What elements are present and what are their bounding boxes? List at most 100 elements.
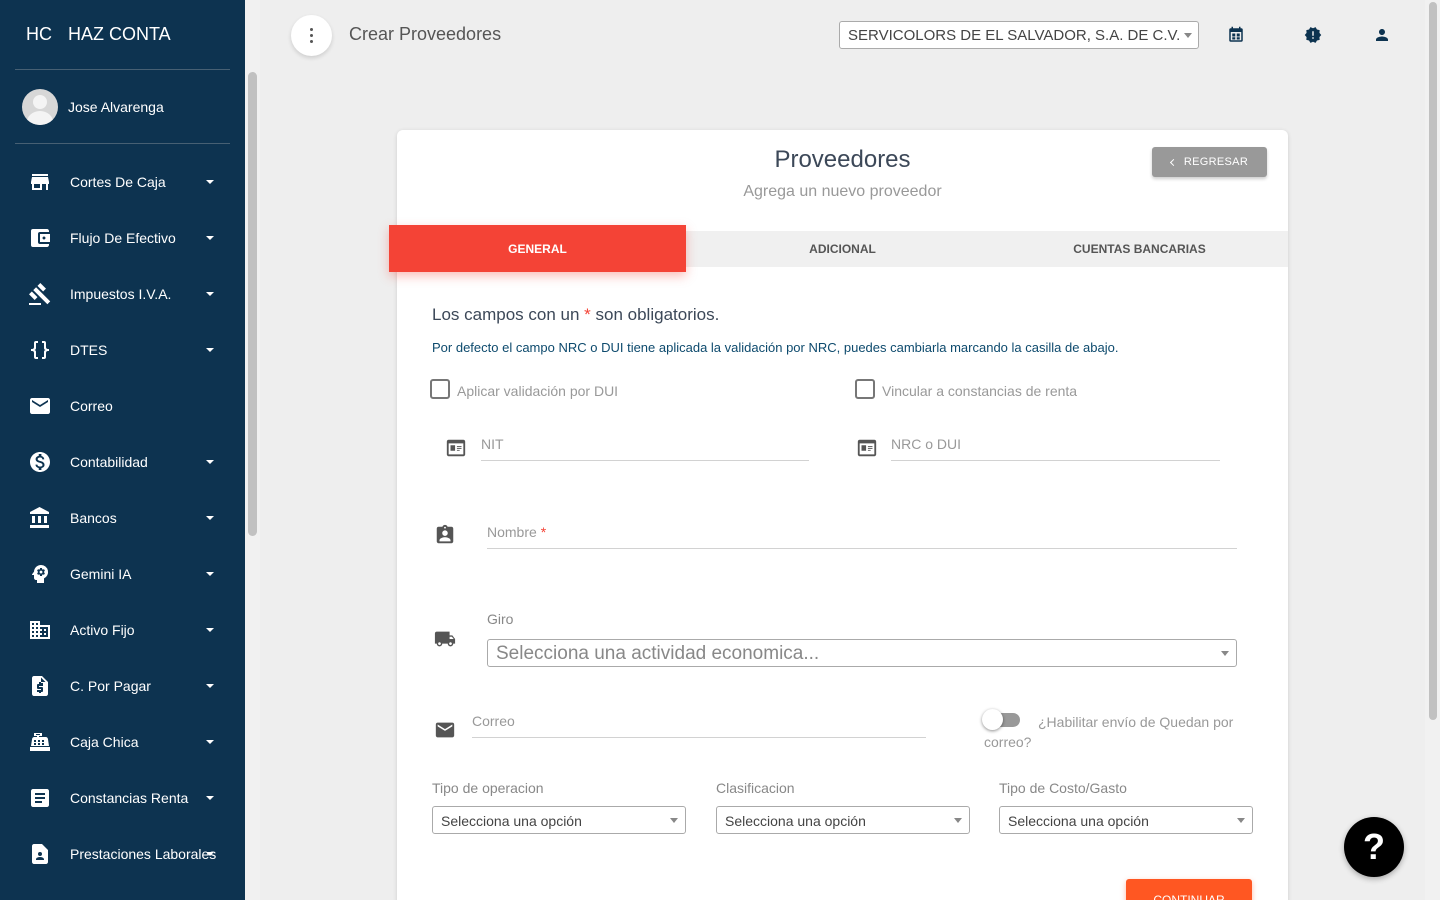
back-button-label: REGRESAR [1183, 156, 1249, 168]
dui-validation-checkbox[interactable] [430, 379, 450, 399]
caret-down-icon [206, 740, 214, 744]
quedan-toggle-label: ¿Habilitar envío de Quedan por correo? [984, 714, 1234, 750]
nombre-placeholder: Nombre * [487, 524, 546, 540]
tab-adicional[interactable]: ADICIONAL [694, 231, 991, 267]
nombre-input[interactable]: Nombre * [487, 524, 1237, 549]
sidebar-item-label: Constancias Renta [70, 790, 189, 806]
nit-placeholder: NIT [481, 436, 504, 452]
assignment-ind-icon [28, 842, 52, 866]
alert-badge-icon[interactable] [1304, 26, 1322, 44]
correo-input[interactable]: Correo [472, 713, 926, 738]
giro-select[interactable]: Selecciona una actividad economica... [487, 639, 1237, 667]
tipo-operacion-select[interactable]: Selecciona una opción [432, 806, 686, 834]
chevron-down-icon [954, 818, 962, 823]
sidebar-item-caja-chica[interactable]: Caja Chica [0, 714, 245, 770]
giro-select-placeholder: Selecciona una actividad economica... [496, 643, 820, 664]
chevron-down-icon [670, 818, 678, 823]
avatar [22, 89, 58, 125]
chevron-down-icon [1221, 651, 1229, 656]
bank-icon [28, 506, 52, 530]
required-star: * [584, 305, 591, 324]
dollar-circle-icon [28, 450, 52, 474]
giro-label: Giro [487, 611, 514, 627]
sidebar-divider [15, 143, 230, 144]
sidebar-item-constancias-renta[interactable]: Constancias Renta [0, 770, 245, 826]
tipo-costo-value: Selecciona una opción [1008, 813, 1149, 829]
chevron-down-icon [1184, 33, 1192, 38]
request-quote-icon [28, 674, 52, 698]
sidebar-item-cuentas-por-pagar[interactable]: C. Por Pagar [0, 658, 245, 714]
sidebar-item-dtes[interactable]: DTES [0, 322, 245, 378]
sidebar-item-correo[interactable]: Correo [0, 378, 245, 434]
building-calendar-icon[interactable] [1227, 26, 1245, 44]
toggle-knob [982, 709, 1003, 730]
nit-input[interactable]: NIT [481, 436, 809, 461]
caret-down-icon [206, 572, 214, 576]
sidebar-item-label: Activo Fijo [70, 622, 135, 638]
gavel-icon [28, 282, 52, 306]
tab-general[interactable]: GENERAL [389, 225, 686, 272]
sidebar-divider [15, 69, 230, 70]
sidebar-scrollbar-thumb[interactable] [248, 72, 257, 536]
card-subtitle: Agrega un nuevo proveedor [743, 183, 942, 200]
mail-icon [434, 719, 456, 741]
quedan-email-toggle[interactable] [982, 709, 1020, 730]
sidebar-item-bancos[interactable]: Bancos [0, 490, 245, 546]
back-button[interactable]: REGRESAR [1152, 147, 1267, 177]
sidebar-item-label: Flujo De Efectivo [70, 230, 176, 246]
provider-form-card: Proveedores Agrega un nuevo proveedor RE… [389, 130, 1288, 900]
person-icon[interactable] [1373, 26, 1391, 44]
nrc-dui-placeholder: NRC o DUI [891, 436, 962, 452]
form-tabs: ADICIONAL CUENTAS BANCARIAS GENERAL [389, 225, 1288, 272]
nombre-placeholder-text: Nombre [487, 524, 537, 540]
wallet-icon [28, 226, 52, 250]
required-note-text: Los campos con un [432, 305, 580, 324]
tab-cuentas-bancarias[interactable]: CUENTAS BANCARIAS [991, 231, 1288, 267]
company-select[interactable]: SERVICOLORS DE EL SALVADOR, S.A. DE C.V. [839, 21, 1199, 49]
mail-icon [28, 394, 52, 418]
sidebar-item-label: Impuestos I.V.A. [70, 286, 172, 302]
sidebar-item-prestaciones-laborales[interactable]: Prestaciones Laborales [0, 826, 245, 882]
sidebar-toggle-button[interactable] [291, 15, 332, 56]
help-button[interactable]: ? [1344, 817, 1404, 877]
assignment-ind-icon [434, 524, 456, 546]
sidebar-item-label: Correo [70, 398, 113, 414]
caret-down-icon [206, 236, 214, 240]
sidebar-item-gemini-ia[interactable]: Gemini IA [0, 546, 245, 602]
article-icon [28, 786, 52, 810]
sidebar-item-label: Cortes De Caja [70, 174, 166, 190]
renta-link-checkbox[interactable] [855, 379, 875, 399]
caret-down-icon [206, 796, 214, 800]
sidebar-item-label: C. Por Pagar [70, 678, 151, 694]
code-braces-icon [28, 338, 52, 362]
dui-validation-label: Aplicar validación por DUI [457, 383, 619, 399]
company-select-value: SERVICOLORS DE EL SALVADOR, S.A. DE C.V. [848, 27, 1181, 44]
user-name: Jose Alvarenga [68, 99, 164, 115]
caret-down-icon [206, 180, 214, 184]
tipo-costo-select[interactable]: Selecciona una opción [999, 806, 1253, 834]
caret-down-icon [206, 516, 214, 520]
nrc-dui-input[interactable]: NRC o DUI [891, 436, 1220, 461]
sidebar-item-label: Contabilidad [70, 454, 148, 470]
brand-mini: HC [26, 24, 52, 44]
sidebar-item-cortes-de-caja[interactable]: Cortes De Caja [0, 154, 245, 210]
sidebar-item-activo-fijo[interactable]: Activo Fijo [0, 602, 245, 658]
chevron-down-icon [1237, 818, 1245, 823]
sidebar-item-label: Bancos [70, 510, 117, 526]
tipo-costo-label: Tipo de Costo/Gasto [999, 780, 1127, 796]
chevron-left-icon [1169, 158, 1177, 166]
sidebar-item-contabilidad[interactable]: Contabilidad [0, 434, 245, 490]
sidebar-item-flujo-de-efectivo[interactable]: Flujo De Efectivo [0, 210, 245, 266]
clasificacion-select[interactable]: Selecciona una opción [716, 806, 970, 834]
brand[interactable]: HC HAZ CONTA [0, 0, 245, 70]
continue-button[interactable]: CONTINUAR [1126, 879, 1252, 900]
clasificacion-value: Selecciona una opción [725, 813, 866, 829]
page-scrollbar-thumb[interactable] [1429, 2, 1437, 720]
sidebar-nav: Cortes De Caja Flujo De Efectivo Impuest… [0, 154, 245, 882]
sidebar-item-impuestos-iva[interactable]: Impuestos I.V.A. [0, 266, 245, 322]
caret-down-icon [206, 852, 214, 856]
sidebar-item-label: Caja Chica [70, 734, 139, 750]
id-card-icon [445, 437, 467, 459]
user-profile[interactable]: Jose Alvarenga [22, 89, 164, 125]
tipo-operacion-label: Tipo de operacion [432, 780, 544, 796]
